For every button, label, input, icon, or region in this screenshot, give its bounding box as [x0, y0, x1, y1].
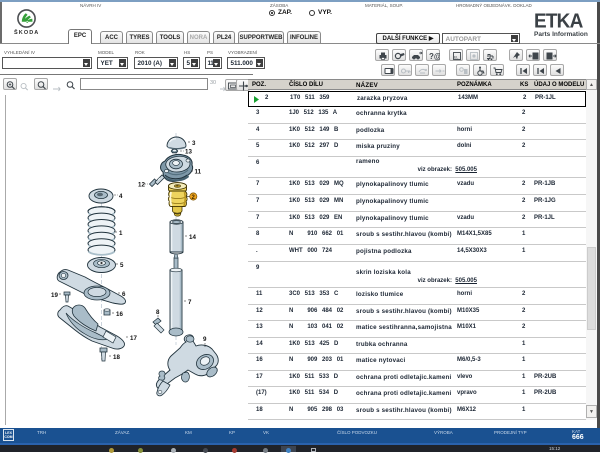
svg-text:?@: ?@ — [429, 52, 440, 61]
svg-text:9: 9 — [203, 336, 207, 343]
svg-text:18: 18 — [113, 354, 120, 361]
svg-text:3: 3 — [192, 140, 196, 147]
svg-text:4: 4 — [119, 193, 123, 200]
svg-text:13: 13 — [185, 149, 192, 156]
svg-text:6: 6 — [122, 291, 126, 298]
svg-text:EL: EL — [454, 55, 458, 59]
svg-text:16: 16 — [116, 311, 123, 318]
svg-text:12: 12 — [138, 182, 145, 189]
svg-text:19: 19 — [51, 292, 58, 299]
svg-text:11: 11 — [195, 169, 202, 176]
svg-text:8: 8 — [156, 309, 160, 316]
svg-text:5: 5 — [120, 262, 124, 269]
svg-text:1: 1 — [119, 230, 123, 237]
svg-text:14: 14 — [189, 234, 196, 241]
svg-text:7: 7 — [188, 299, 192, 306]
svg-text:17: 17 — [130, 335, 137, 342]
